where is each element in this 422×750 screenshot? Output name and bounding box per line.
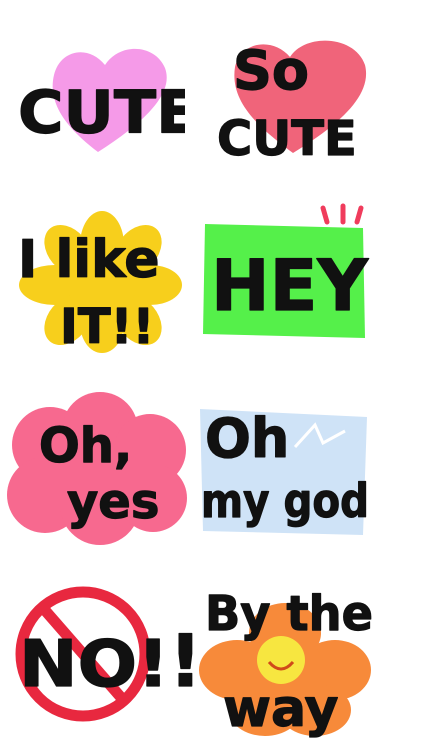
sticker-so-cute-line2: CUTE bbox=[217, 111, 357, 167]
green-rectangle-icon: HEY bbox=[203, 203, 370, 338]
sticker-cute-text: CUTE bbox=[18, 79, 185, 147]
sticker-oh-yes-line2: yes bbox=[67, 474, 159, 530]
sticker-no[interactable]: NO! ! bbox=[5, 580, 195, 725]
sticker-i-like-it-line2: IT!! bbox=[60, 299, 154, 355]
sticker-no-exclamation: ! bbox=[169, 619, 195, 703]
pink-cloud-icon: Oh, yes bbox=[7, 392, 187, 545]
sticker-i-like-it-line1: I like bbox=[18, 230, 160, 290]
light-blue-rectangle-icon: Oh my god bbox=[200, 406, 370, 535]
sticker-no-text: NO! bbox=[19, 628, 169, 702]
prohibition-sign-icon: NO! ! bbox=[15, 586, 195, 722]
sticker-oh-my-god-line1: Oh bbox=[205, 407, 289, 470]
sticker-by-the-way[interactable]: By the way bbox=[195, 578, 380, 738]
sticker-sheet: CUTE So CUTE I like IT!! HEY Oh, yes Oh … bbox=[0, 0, 422, 750]
pink-heart-icon: CUTE bbox=[17, 48, 185, 152]
orange-flower-icon: By the way bbox=[199, 585, 374, 738]
sticker-so-cute[interactable]: So CUTE bbox=[205, 25, 375, 170]
red-heart-icon: So CUTE bbox=[216, 38, 367, 168]
sticker-by-the-way-line2: way bbox=[223, 679, 338, 738]
sticker-hey[interactable]: HEY bbox=[195, 200, 375, 345]
sticker-cute[interactable]: CUTE bbox=[10, 30, 185, 165]
sticker-oh-yes-line1: Oh, bbox=[39, 418, 132, 474]
sticker-oh-my-god[interactable]: Oh my god bbox=[195, 395, 375, 545]
sticker-hey-text: HEY bbox=[211, 245, 369, 327]
sticker-oh-my-god-line2: my god bbox=[201, 474, 369, 528]
yellow-flower-icon: I like IT!! bbox=[17, 211, 182, 355]
sticker-i-like-it[interactable]: I like IT!! bbox=[10, 205, 185, 355]
smiley-center-icon bbox=[257, 636, 305, 684]
accent-marks-icon bbox=[320, 203, 364, 225]
sticker-oh-yes[interactable]: Oh, yes bbox=[5, 390, 190, 545]
sticker-so-cute-line1: So bbox=[233, 39, 309, 102]
sticker-by-the-way-line1: By the bbox=[205, 586, 373, 642]
